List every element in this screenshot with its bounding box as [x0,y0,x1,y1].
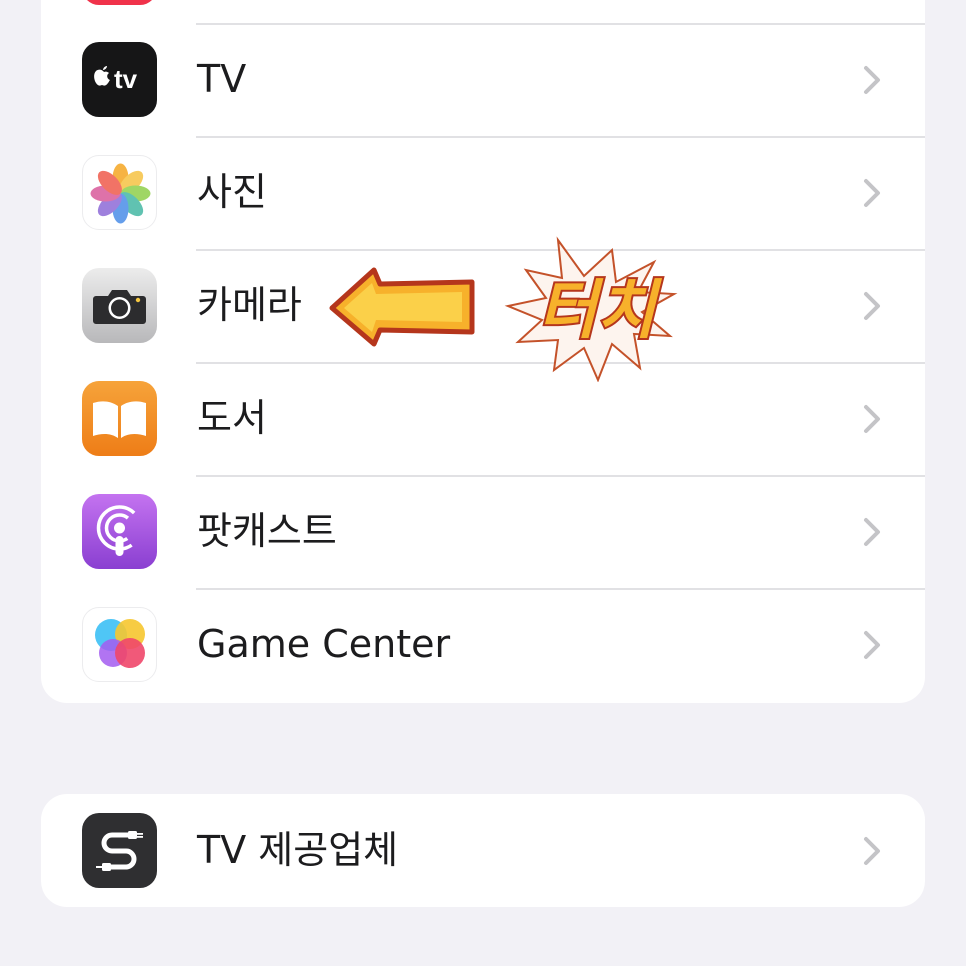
touch-annotation: 터치 [329,236,678,382]
chevron-right-icon [864,631,880,659]
settings-screen: tv TV 사진 카메라 도서 팟캐스트 Game Center TV 제공업체… [0,0,966,966]
chevron-right-icon [864,66,880,94]
row-label: TV 제공업체 [197,828,399,872]
apple-tv-icon: tv [82,42,157,117]
row-label: 팟캐스트 [197,509,337,553]
chevron-right-icon [864,405,880,433]
settings-row-tv[interactable]: tv TV [41,23,925,136]
row-label: TV [197,57,247,101]
podcasts-icon [82,494,157,569]
row-separator [196,23,925,25]
row-label: Game Center [197,622,451,666]
row-separator [196,136,925,138]
tv-provider-icon [82,813,157,888]
row-label: 도서 [197,396,267,440]
settings-row-game-center[interactable]: Game Center [41,588,925,701]
game-center-icon [82,607,157,682]
books-icon [82,381,157,456]
photos-icon [82,155,157,230]
chevron-right-icon [864,292,880,320]
settings-row-podcasts[interactable]: 팟캐스트 [41,475,925,588]
row-label: 카메라 [197,283,302,327]
chevron-right-icon [864,179,880,207]
left-arrow-icon [329,267,475,347]
svg-text:tv: tv [114,64,138,94]
chevron-right-icon [864,837,880,865]
camera-icon [82,268,157,343]
tv-provider-group: TV 제공업체 [41,794,925,907]
touch-label: 터치 [538,274,663,348]
chevron-right-icon [864,518,880,546]
partial-row-above[interactable] [41,0,925,25]
app-icon-partial [82,0,157,5]
row-label: 사진 [197,170,267,214]
settings-row-tv-provider[interactable]: TV 제공업체 [41,794,925,907]
